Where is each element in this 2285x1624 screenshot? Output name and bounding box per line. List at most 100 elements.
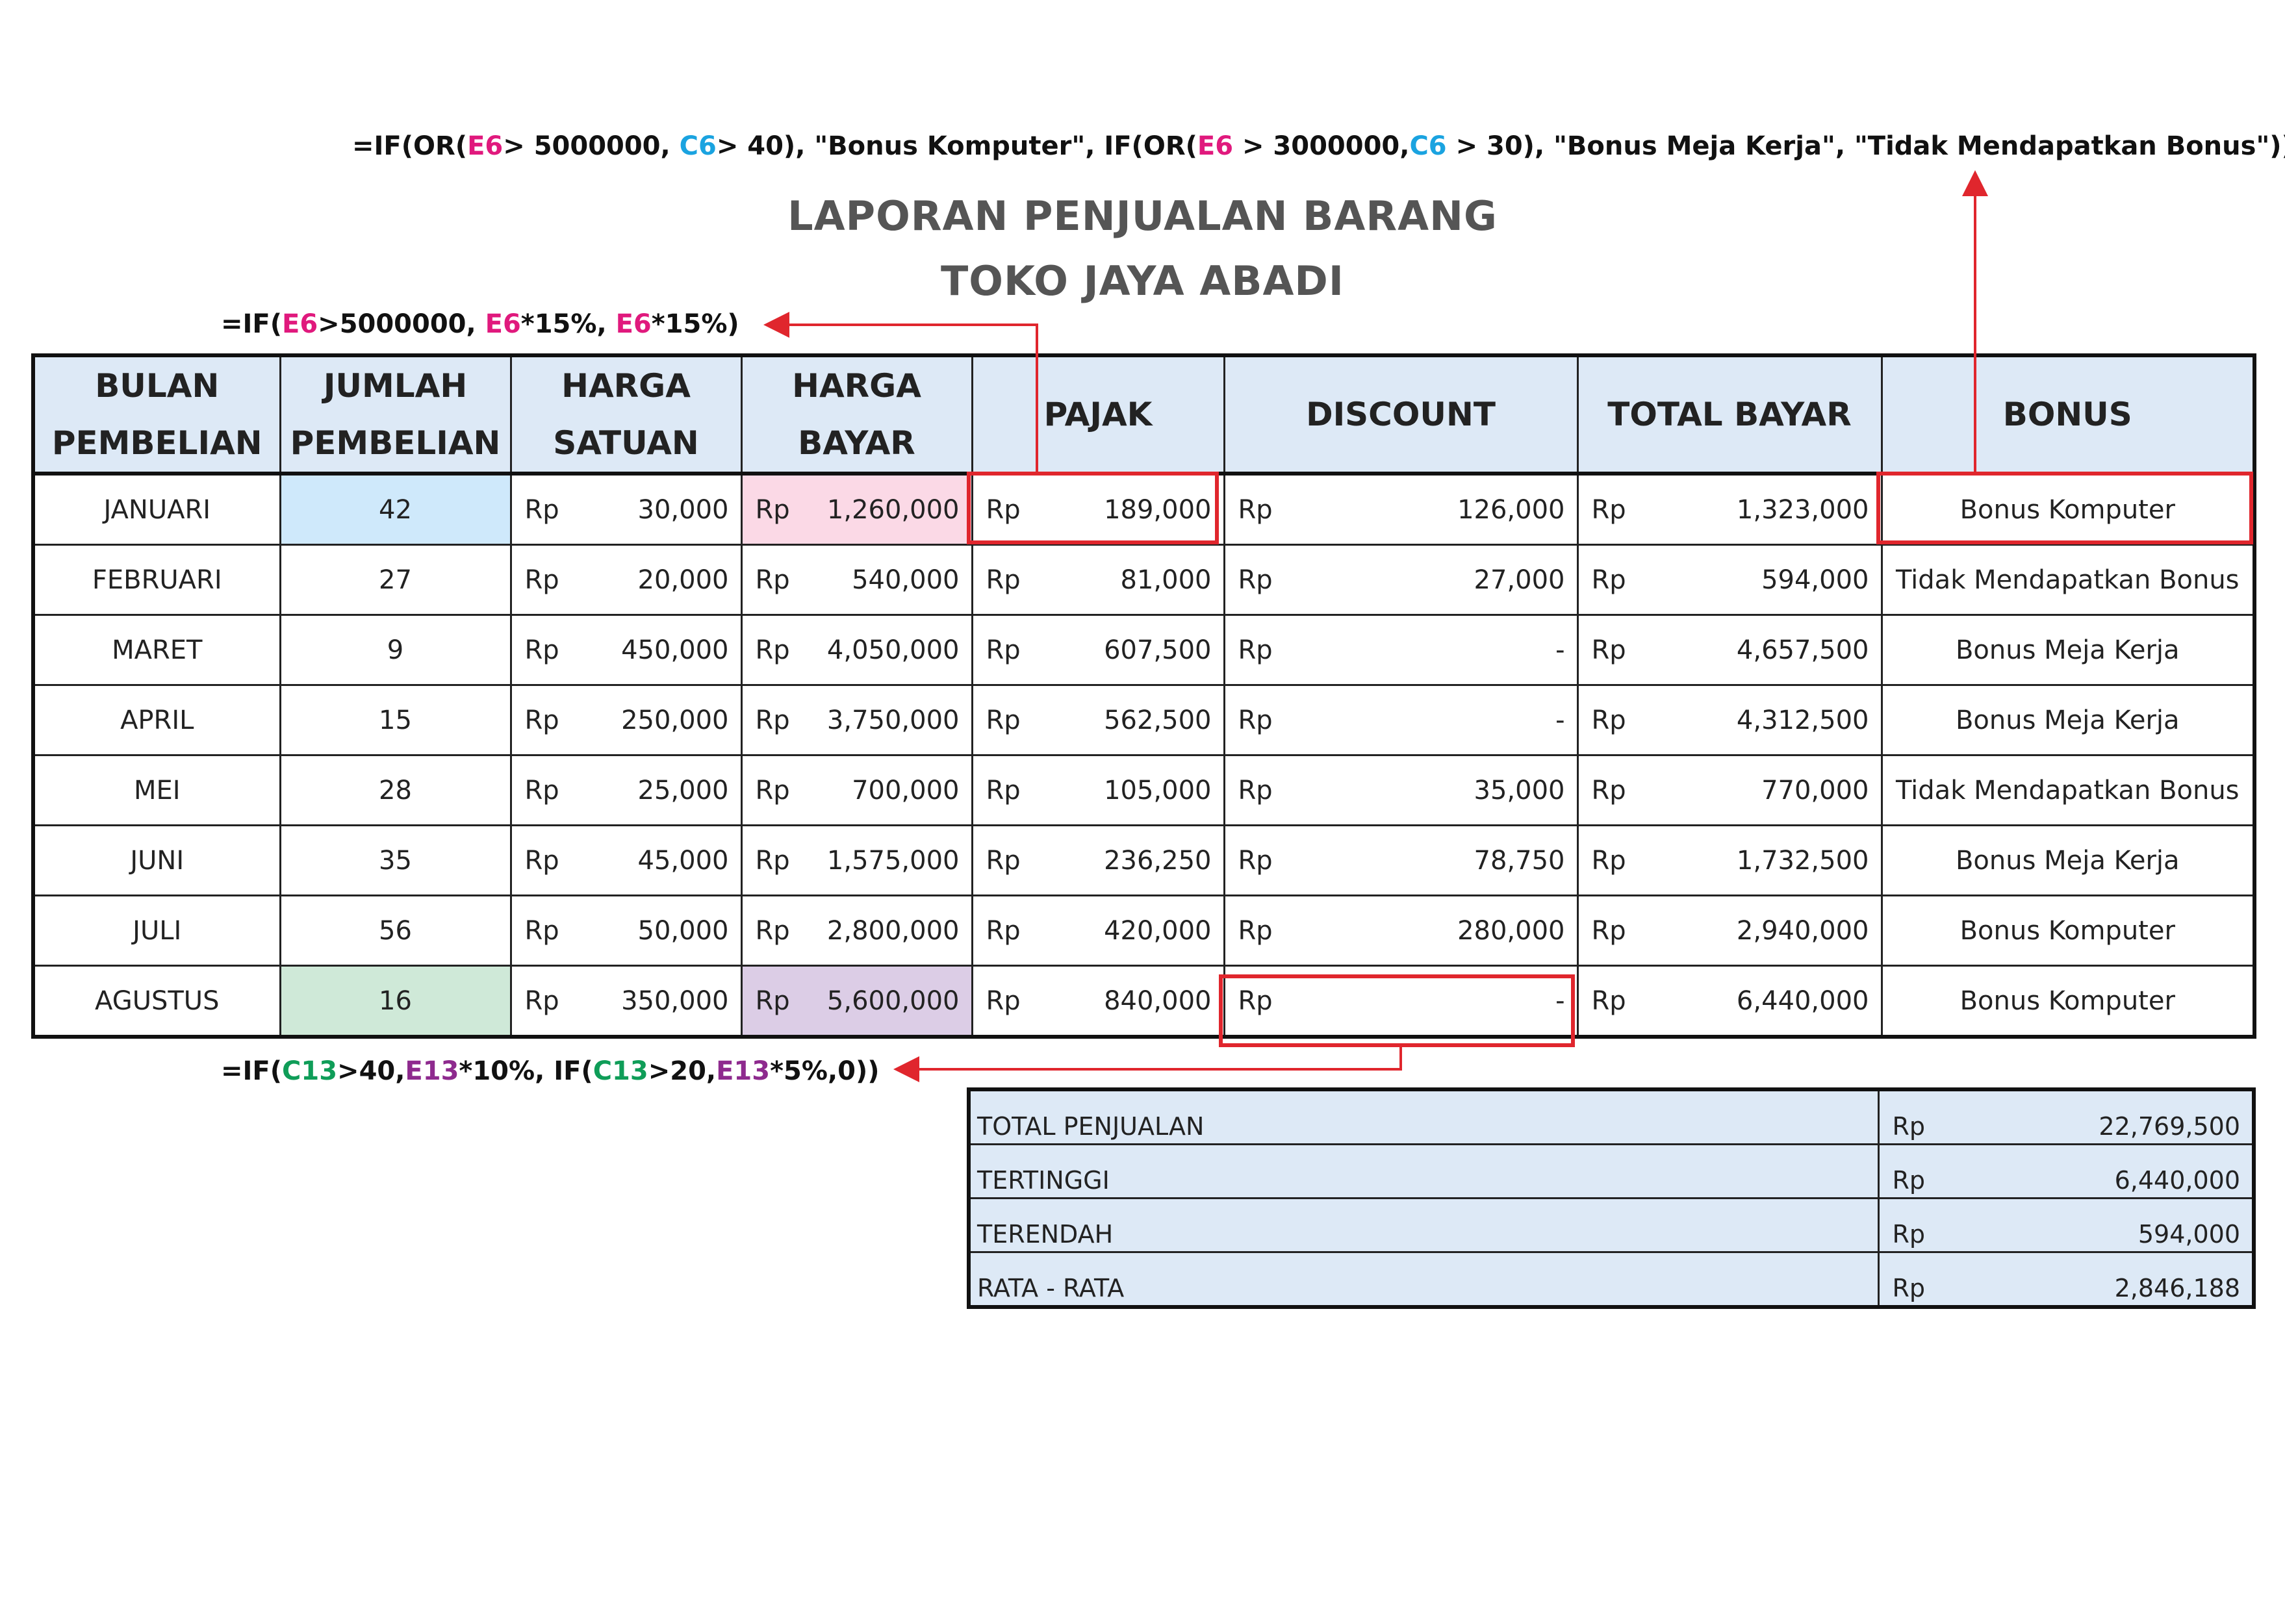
harga-satuan-cell: Rp 250,000 (509, 684, 743, 756)
pajak-value: 81,000 (1120, 565, 1212, 595)
pajak-value: 420,000 (1104, 915, 1212, 946)
highlight-discount-cell (1219, 974, 1575, 1047)
currency-label: Rp (1238, 705, 1273, 735)
currency-label: Rp (1591, 915, 1626, 946)
jumlah-cell: 27 (279, 544, 512, 616)
currency-label: Rp (524, 775, 559, 806)
pajak-value: 562,500 (1104, 705, 1212, 735)
formula-discount: =IF(C13>40,E13*10%, IF(C13>20,E13*5%,0)) (221, 1056, 880, 1086)
discount-cell: Rp 126,000 (1223, 472, 1579, 546)
jumlah-cell: 56 (279, 894, 512, 967)
table-row: JULI 56 Rp 50,000 Rp 2,800,000 Rp 420,000 Rp 280,… (32, 894, 2256, 967)
header-discount: DISCOUNT (1223, 354, 1579, 475)
currency-label: Rp (986, 845, 1021, 876)
harga-satuan-value: 250,000 (621, 705, 729, 735)
header-harga-bayar: HARGA BAYAR (740, 354, 973, 475)
harga-bayar-value: 5,600,000 (826, 985, 960, 1016)
summary-value: 22,769,500 (2099, 1112, 2240, 1141)
harga-bayar-cell: Rp 3,750,000 (740, 684, 973, 756)
currency-label: Rp (755, 775, 790, 806)
currency-label: Rp (986, 635, 1021, 665)
total-bayar-value: 4,657,500 (1736, 635, 1869, 665)
currency-label: Rp (755, 705, 790, 735)
bulan-cell: AGUSTUS (32, 965, 281, 1038)
pajak-cell: Rp 420,000 (971, 894, 1225, 967)
currency-label: Rp (986, 985, 1021, 1016)
harga-bayar-cell: Rp 2,800,000 (740, 894, 973, 967)
total-bayar-cell: Rp 6,440,000 (1576, 965, 1883, 1038)
currency-label: Rp (1238, 845, 1273, 876)
total-bayar-cell: Rp 594,000 (1576, 544, 1883, 616)
currency-label: Rp (1892, 1112, 1926, 1141)
bonus-cell: Bonus Meja Kerja (1880, 684, 2256, 756)
currency-label: Rp (1591, 494, 1626, 525)
harga-satuan-cell: Rp 20,000 (509, 544, 743, 616)
bulan-cell: MARET (32, 614, 281, 686)
formula-pajak: =IF(E6>5000000, E6*15%, E6*15%) (221, 309, 739, 339)
total-bayar-value: 770,000 (1761, 775, 1869, 806)
currency-label: Rp (524, 705, 559, 735)
summary-value-cell: Rp 2,846,188 (1877, 1251, 2255, 1308)
harga-bayar-value: 1,260,000 (826, 494, 960, 525)
harga-satuan-value: 350,000 (621, 985, 729, 1016)
summary-row: TERENDAH Rp 594,000 (967, 1197, 2255, 1253)
currency-label: Rp (524, 565, 559, 595)
summary-row: TERTINGGI Rp 6,440,000 (967, 1143, 2255, 1199)
harga-bayar-value: 2,800,000 (826, 915, 960, 946)
currency-label: Rp (1892, 1220, 1926, 1249)
summary-label-cell: TERTINGGI (967, 1143, 1880, 1199)
highlight-bonus-cell (1876, 472, 2253, 544)
harga-satuan-value: 25,000 (637, 775, 729, 806)
currency-label: Rp (1591, 705, 1626, 735)
discount-value: 27,000 (1474, 565, 1565, 595)
currency-label: Rp (986, 775, 1021, 806)
currency-label: Rp (986, 565, 1021, 595)
header-bulan: BULAN PEMBELIAN (32, 354, 281, 475)
harga-bayar-value: 1,575,000 (826, 845, 960, 876)
bonus-cell: Bonus Komputer (1880, 894, 2256, 967)
summary-label-cell: TERENDAH (967, 1197, 1880, 1253)
table-row: FEBRUARI 27 Rp 20,000 Rp 540,000 Rp 81,000 Rp 27,… (32, 544, 2256, 616)
currency-label: Rp (755, 494, 790, 525)
harga-satuan-value: 20,000 (637, 565, 729, 595)
summary-value: 594,000 (2138, 1220, 2240, 1249)
harga-bayar-value: 540,000 (852, 565, 960, 595)
total-bayar-value: 4,312,500 (1736, 705, 1869, 735)
currency-label: Rp (755, 635, 790, 665)
table-row: MARET 9 Rp 450,000 Rp 4,050,000 Rp 607,500 Rp - Rp… (32, 614, 2256, 686)
currency-label: Rp (1238, 915, 1273, 946)
discount-value: 280,000 (1457, 915, 1565, 946)
pajak-value: 607,500 (1104, 635, 1212, 665)
discount-value: 126,000 (1457, 494, 1565, 525)
harga-bayar-cell: Rp 5,600,000 (740, 965, 973, 1038)
harga-satuan-cell: Rp 450,000 (509, 614, 743, 686)
arrow-discount (893, 1047, 1402, 1082)
currency-label: Rp (524, 635, 559, 665)
harga-bayar-value: 4,050,000 (826, 635, 960, 665)
bulan-cell: FEBRUARI (32, 544, 281, 616)
currency-label: Rp (1591, 775, 1626, 806)
currency-label: Rp (755, 915, 790, 946)
currency-label: Rp (524, 845, 559, 876)
currency-label: Rp (1238, 775, 1273, 806)
currency-label: Rp (1591, 635, 1626, 665)
summary-value-cell: Rp 22,769,500 (1877, 1088, 2255, 1145)
harga-satuan-cell: Rp 25,000 (509, 754, 743, 826)
discount-cell: Rp - (1223, 684, 1579, 756)
harga-bayar-cell: Rp 540,000 (740, 544, 973, 616)
summary-row: TOTAL PENJUALAN Rp 22,769,500 (967, 1088, 2255, 1145)
summary-row: RATA - RATA Rp 2,846,188 (967, 1251, 2255, 1308)
report-title: LAPORAN PENJUALAN BARANG (787, 192, 1498, 240)
summary-label-cell: TOTAL PENJUALAN (967, 1088, 1880, 1145)
harga-satuan-value: 50,000 (637, 915, 729, 946)
currency-label: Rp (986, 705, 1021, 735)
bulan-cell: MEI (32, 754, 281, 826)
total-bayar-cell: Rp 4,657,500 (1576, 614, 1883, 686)
pajak-cell: Rp 607,500 (971, 614, 1225, 686)
pajak-cell: Rp 236,250 (971, 824, 1225, 896)
bulan-cell: JULI (32, 894, 281, 967)
pajak-cell: Rp 562,500 (971, 684, 1225, 756)
pajak-value: 105,000 (1104, 775, 1212, 806)
currency-label: Rp (1591, 985, 1626, 1016)
summary-value-cell: Rp 6,440,000 (1877, 1143, 2255, 1199)
